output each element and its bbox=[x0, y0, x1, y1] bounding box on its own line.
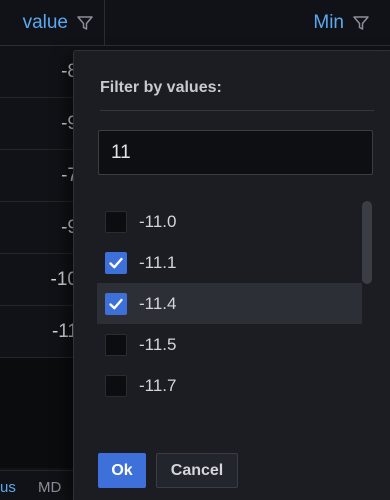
table-panel: value Min -8 -9 -7 -9 -10 -11 us MD Filt… bbox=[0, 0, 390, 500]
filter-search-input[interactable] bbox=[98, 130, 373, 175]
column-header-value[interactable]: value bbox=[0, 0, 105, 46]
checkbox[interactable] bbox=[105, 251, 127, 274]
filter-option-label: -11.0 bbox=[139, 211, 177, 231]
filter-values-list: -11.0 -11.1 -11.4 -11.5 -11.7 bbox=[97, 201, 362, 426]
checkmark-icon bbox=[109, 298, 123, 309]
checkbox[interactable] bbox=[105, 333, 127, 356]
column-header-min[interactable]: Min bbox=[106, 0, 390, 46]
checkbox[interactable] bbox=[105, 374, 127, 397]
filter-option[interactable]: -11.1 bbox=[97, 242, 362, 283]
cancel-button[interactable]: Cancel bbox=[156, 453, 238, 488]
checkmark-icon bbox=[109, 257, 123, 268]
divider bbox=[100, 110, 374, 111]
column-header-label: Min bbox=[313, 12, 344, 33]
list-scrollbar[interactable] bbox=[362, 201, 372, 284]
footer-tab-active[interactable]: us bbox=[0, 479, 16, 496]
filter-option-label: -11.4 bbox=[139, 293, 177, 313]
filter-option-label: -11.7 bbox=[139, 375, 177, 395]
table-header: value Min bbox=[0, 0, 390, 46]
filter-option[interactable]: -11.4 bbox=[97, 283, 362, 324]
filter-option[interactable]: -11.5 bbox=[97, 324, 362, 365]
filter-option-label: -11.1 bbox=[139, 252, 177, 272]
checkbox[interactable] bbox=[105, 210, 127, 233]
filter-icon[interactable] bbox=[352, 14, 370, 32]
filter-icon[interactable] bbox=[76, 14, 94, 32]
popup-title: Filter by values: bbox=[100, 79, 222, 96]
filter-popup: Filter by values: -11.0 -11.1 -11.4 bbox=[73, 50, 390, 500]
filter-option-label: -11.5 bbox=[139, 334, 177, 354]
filter-option[interactable]: -11.0 bbox=[97, 201, 362, 242]
ok-button[interactable]: Ok bbox=[98, 453, 146, 488]
footer-tab-md[interactable]: MD bbox=[38, 479, 61, 496]
filter-option[interactable]: -11.7 bbox=[97, 365, 362, 406]
checkbox[interactable] bbox=[105, 292, 127, 315]
column-header-label: value bbox=[22, 12, 68, 33]
